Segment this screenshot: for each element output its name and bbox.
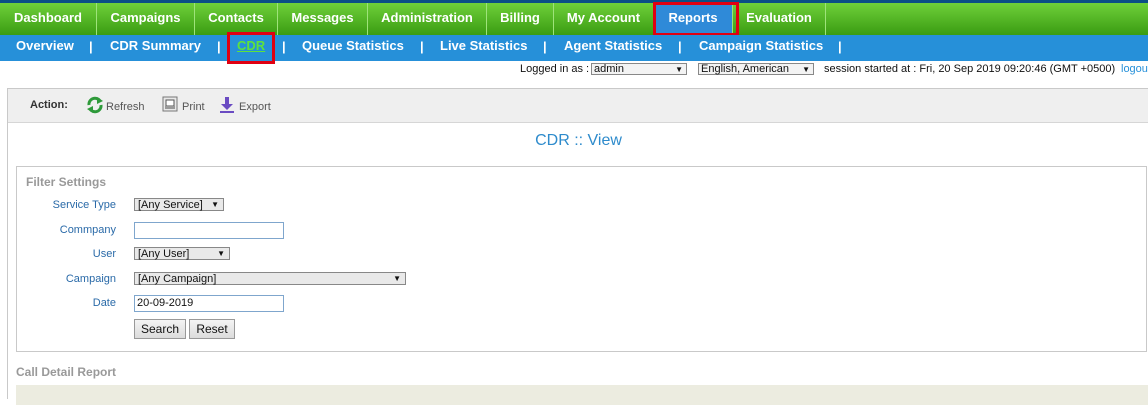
tab-billing[interactable]: Billing	[487, 3, 554, 35]
filter-settings-panel: Filter Settings Service Type [Any Servic…	[16, 166, 1147, 352]
session-info: session started at : Fri, 20 Sep 2019 09…	[824, 63, 1116, 75]
company-input[interactable]	[134, 222, 284, 239]
user-select[interactable]: admin ▼	[591, 63, 687, 75]
refresh-icon	[86, 96, 103, 114]
date-input[interactable]: 20-09-2019	[134, 295, 284, 312]
action-label: Action:	[30, 99, 68, 111]
top-navigation: Dashboard Campaigns Contacts Messages Ad…	[0, 0, 1148, 35]
sub-navigation: Overview | CDR Summary | CDR | Queue Sta…	[0, 35, 1148, 61]
search-button[interactable]: Search	[134, 319, 186, 339]
export-button[interactable]: Export	[219, 96, 271, 115]
chevron-down-icon: ▼	[675, 65, 683, 74]
chevron-down-icon: ▼	[211, 200, 219, 209]
chevron-down-icon: ▼	[393, 274, 401, 283]
date-label: Date	[92, 297, 116, 309]
subnav-separator: |	[282, 39, 286, 54]
print-icon	[162, 96, 178, 112]
service-type-label: Service Type	[52, 199, 116, 211]
call-detail-report-title: Call Detail Report	[16, 365, 117, 379]
logout-link[interactable]: logout	[1121, 63, 1148, 75]
subnav-live-statistics[interactable]: Live Statistics	[440, 35, 527, 57]
subnav-separator: |	[217, 39, 221, 54]
subnav-separator: |	[838, 39, 842, 54]
filter-settings-title: Filter Settings	[26, 175, 107, 189]
tab-messages[interactable]: Messages	[278, 3, 368, 35]
tab-campaigns[interactable]: Campaigns	[97, 3, 195, 35]
campaign-select[interactable]: [Any Campaign] ▼	[134, 272, 406, 285]
user-label: User	[92, 248, 116, 260]
user-select-value: admin	[594, 63, 624, 75]
subnav-separator: |	[543, 39, 547, 54]
tab-dashboard[interactable]: Dashboard	[0, 3, 97, 35]
subnav-campaign-statistics[interactable]: Campaign Statistics	[699, 35, 823, 57]
chevron-down-icon: ▼	[802, 65, 810, 74]
subnav-separator: |	[420, 39, 424, 54]
export-icon	[219, 96, 235, 113]
tab-my-account[interactable]: My Account	[554, 3, 654, 35]
subnav-cdr[interactable]: CDR	[237, 35, 265, 57]
subnav-overview[interactable]: Overview	[16, 35, 74, 57]
print-label: Print	[182, 100, 205, 113]
service-type-value: [Any Service]	[138, 199, 203, 211]
content-panel: Action: Refresh Print Export CDR:: View…	[7, 88, 1148, 405]
logged-in-label: Logged in as :	[520, 63, 590, 75]
tab-evaluation[interactable]: Evaluation	[733, 3, 826, 35]
page-title: CDR :: View	[535, 132, 622, 149]
subnav-queue-statistics[interactable]: Queue Statistics	[302, 35, 404, 57]
reset-button[interactable]: Reset	[189, 319, 235, 339]
company-label: Commpany	[59, 224, 116, 236]
print-button[interactable]: Print	[162, 96, 205, 115]
subnav-separator: |	[678, 39, 682, 54]
campaign-label: Campaign	[65, 273, 116, 285]
subnav-separator: |	[89, 39, 93, 54]
language-select[interactable]: English, American ▼	[698, 63, 814, 75]
subnav-cdr-summary[interactable]: CDR Summary	[110, 35, 201, 57]
export-label: Export	[239, 100, 271, 113]
user-filter-select[interactable]: [Any User] ▼	[134, 247, 230, 260]
action-bar: Action: Refresh Print Export	[8, 89, 1148, 123]
campaign-value: [Any Campaign]	[138, 273, 217, 285]
subnav-agent-statistics[interactable]: Agent Statistics	[564, 35, 662, 57]
login-bar: Logged in as : admin ▼ English, American…	[0, 61, 1148, 79]
chevron-down-icon: ▼	[217, 249, 225, 258]
language-select-value: English, American	[701, 63, 790, 75]
refresh-label: Refresh	[106, 100, 145, 113]
tab-reports[interactable]: Reports	[654, 3, 733, 35]
tab-administration[interactable]: Administration	[368, 3, 487, 35]
refresh-button[interactable]: Refresh	[86, 96, 145, 115]
service-type-select[interactable]: [Any Service] ▼	[134, 198, 224, 211]
user-filter-value: [Any User]	[138, 248, 190, 260]
tab-contacts[interactable]: Contacts	[195, 3, 278, 35]
call-detail-report-area	[16, 385, 1148, 405]
